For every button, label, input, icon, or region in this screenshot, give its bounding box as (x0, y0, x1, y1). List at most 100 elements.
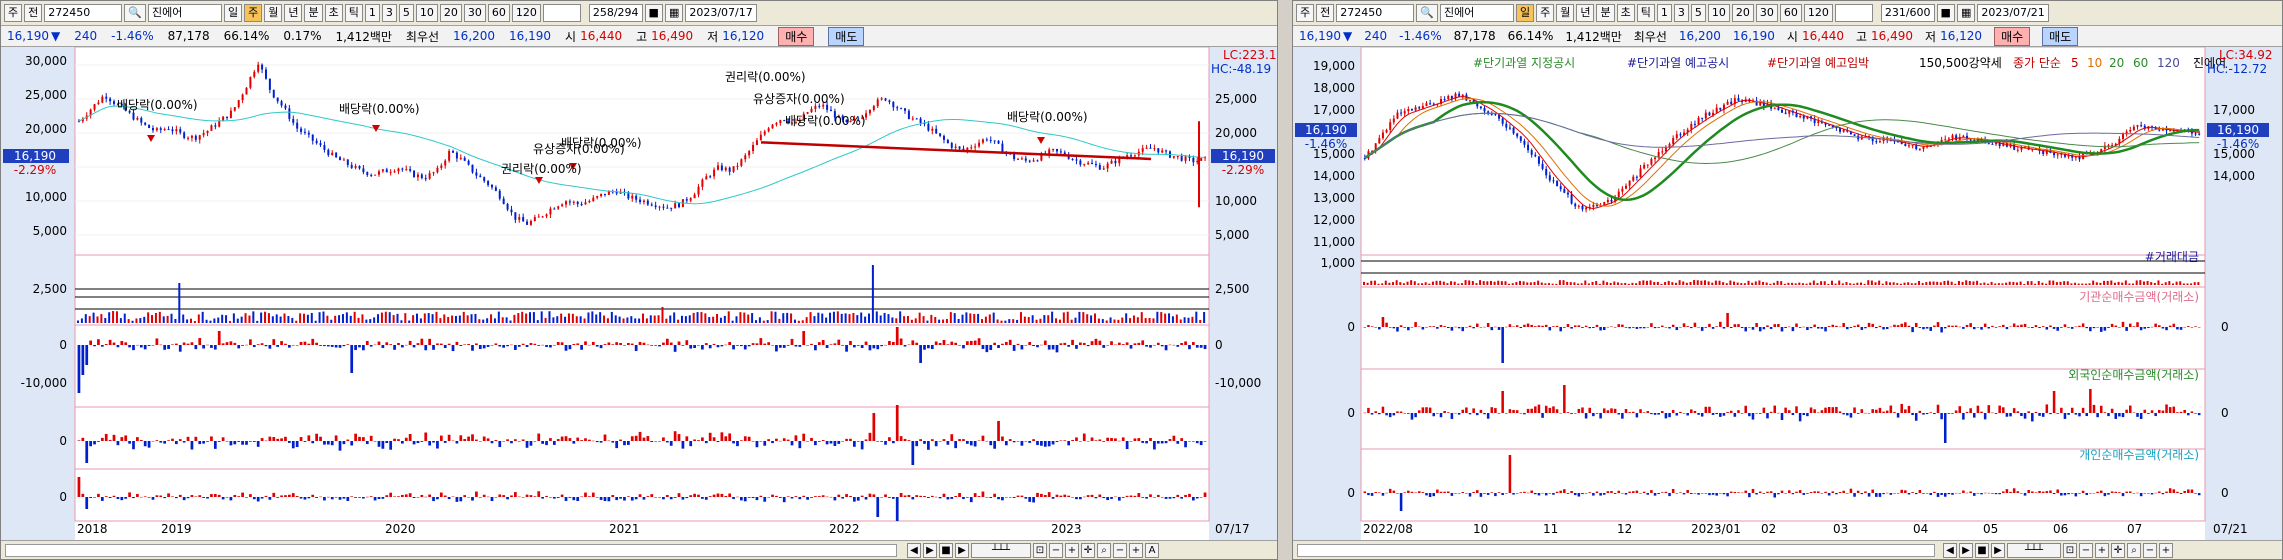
stock-code-input-right[interactable]: 272450 (1336, 4, 1415, 22)
sell-button[interactable]: 매도 (828, 26, 865, 46)
period-day-button-right[interactable]: 일 (1515, 4, 1535, 22)
buy-button[interactable]: 매수 (778, 26, 815, 46)
minus-icon[interactable]: − (1113, 543, 1127, 558)
netbuy-bar (2089, 327, 2092, 332)
netbuy-bar (1436, 413, 1439, 414)
n-120-button[interactable]: 120 (511, 4, 541, 22)
pane-splitter[interactable] (1278, 0, 1292, 560)
right-scrollbar[interactable]: ◀ ▶ ■ ▶ ┴┴┴ ⊡ − + ✛ ⌕ − + (1293, 540, 2282, 559)
right-scroll-track[interactable] (1297, 544, 1935, 557)
count-field[interactable]: 258/294 (588, 4, 643, 22)
netbuy-bar (1733, 413, 1737, 417)
netbuy-bar (2147, 327, 2150, 329)
n-5-button[interactable]: 5 (398, 4, 414, 22)
daily-chart-canvas[interactable]: #단기과열 지정공시 #단기과열 예고공시 #단기과열 예고임박 150,500… (1293, 47, 2282, 541)
n-5-button-right[interactable]: 5 (1690, 4, 1706, 22)
r-crosshair-icon[interactable]: ✛ (2111, 543, 2125, 558)
r-zoom-fit-icon[interactable]: ⊡ (2063, 543, 2077, 558)
period-week-button-right[interactable]: 주 (1536, 4, 1555, 22)
r-minus-icon[interactable]: − (2143, 543, 2157, 558)
netbuy-bar (1740, 413, 1744, 414)
left-scrollbar[interactable]: ◀ ▶ ■ ▶ ┴┴┴ ⊡ − + ✛ ⌕ − + A (1, 540, 1277, 559)
r-zoom-in-icon[interactable]: + (2095, 543, 2109, 558)
buy-button-right[interactable]: 매수 (1994, 26, 2031, 46)
n-1-button[interactable]: 1 (364, 4, 380, 22)
stock-code-input[interactable]: 272450 (44, 4, 123, 22)
search-icon[interactable]: 🔍 (124, 4, 146, 22)
candle-body (1425, 103, 1428, 107)
r-scroll-right-icon[interactable]: ▶ (1959, 543, 1973, 558)
netbuy-bar (1008, 439, 1012, 441)
text-icon[interactable]: A (1145, 543, 1159, 558)
period-minute-button-right[interactable]: 분 (1596, 4, 1615, 22)
n-60-button[interactable]: 60 (487, 4, 510, 22)
calendar-icon[interactable]: ▦ (664, 4, 684, 22)
period-second-button[interactable]: 초 (324, 4, 343, 22)
scroll-left-icon[interactable]: ◀ (907, 543, 921, 558)
stock-name-field-right[interactable]: 진에어 (1439, 4, 1514, 22)
search-chart-icon[interactable]: ⌕ (1097, 543, 1111, 558)
volume-bar (1373, 280, 1376, 285)
count-field-right[interactable]: 231/600 (1880, 4, 1935, 22)
zoom-in-icon[interactable]: + (1065, 543, 1079, 558)
scroll-right-icon[interactable]: ▶ (923, 543, 937, 558)
period-year-button-right[interactable]: 년 (1576, 4, 1595, 22)
date-input[interactable]: 2023/07/17 (685, 4, 757, 22)
volume-bar (844, 313, 847, 323)
save-icon[interactable]: ■ (644, 4, 663, 22)
plus-icon[interactable]: + (1129, 543, 1143, 558)
n-3-button[interactable]: 3 (381, 4, 397, 22)
zoom-out-icon[interactable]: − (1049, 543, 1063, 558)
market-select[interactable]: 주 (4, 4, 23, 22)
period-minute-button[interactable]: 분 (304, 4, 323, 22)
ruler-icon[interactable]: ┴┴┴ (971, 543, 1031, 558)
date-input-right[interactable]: 2023/07/21 (1977, 4, 2049, 22)
r-stop-icon[interactable]: ■ (1975, 543, 1989, 558)
n-10-button[interactable]: 10 (415, 4, 438, 22)
r-scroll-left-icon[interactable]: ◀ (1943, 543, 1957, 558)
volume-bar (1043, 315, 1046, 323)
search-icon-right[interactable]: 🔍 (1416, 4, 1438, 22)
crosshair-icon[interactable]: ✛ (1081, 543, 1095, 558)
n-20-button[interactable]: 20 (439, 4, 462, 22)
period-day-button[interactable]: 일 (223, 4, 243, 22)
prev-button-right[interactable]: 전 (1316, 4, 1335, 22)
stock-name-field[interactable]: 진에어 (147, 4, 222, 22)
period-week-button[interactable]: 주 (244, 4, 263, 22)
play-icon[interactable]: ▶ (955, 543, 969, 558)
left-scroll-track[interactable] (5, 544, 897, 557)
candle-body (1603, 202, 1606, 205)
n-1-button-right[interactable]: 1 (1656, 4, 1672, 22)
stop-icon[interactable]: ■ (939, 543, 953, 558)
save-icon-right[interactable]: ■ (1936, 4, 1955, 22)
r-play-icon[interactable]: ▶ (1991, 543, 2005, 558)
rtick-14000: 14,000 (1313, 169, 1355, 183)
prev-button[interactable]: 전 (24, 4, 43, 22)
sell-button-right[interactable]: 매도 (2042, 26, 2079, 46)
r-ruler-icon[interactable]: ┴┴┴ (2007, 543, 2061, 558)
period-tick-button[interactable]: 틱 (344, 4, 363, 22)
n-30-button-right[interactable]: 30 (1755, 4, 1778, 22)
n-3-button-right[interactable]: 3 (1673, 4, 1689, 22)
r-zoom-out-icon[interactable]: − (2079, 543, 2093, 558)
n-30-button[interactable]: 30 (463, 4, 486, 22)
period-month-button-right[interactable]: 월 (1556, 4, 1575, 22)
n-10-button-right[interactable]: 10 (1707, 4, 1730, 22)
period-second-button-right[interactable]: 초 (1616, 4, 1635, 22)
volume-bar (225, 315, 228, 323)
n-20-button-right[interactable]: 20 (1731, 4, 1754, 22)
market-select-right[interactable]: 주 (1296, 4, 1315, 22)
calendar-icon-right[interactable]: ▦ (1956, 4, 1976, 22)
zoom-fit-icon[interactable]: ⊡ (1033, 543, 1047, 558)
n-custom-input-right[interactable] (1834, 4, 1873, 22)
n-120-button-right[interactable]: 120 (1803, 4, 1833, 22)
weekly-chart-canvas[interactable]: 배당락(0.00%) 배당락(0.00%) 권리락(0.00%) 유상증자(0.… (1, 47, 1277, 541)
period-year-button[interactable]: 년 (284, 4, 303, 22)
r-plus-icon[interactable]: + (2159, 543, 2173, 558)
period-tick-button-right[interactable]: 틱 (1636, 4, 1655, 22)
n-60-button-right[interactable]: 60 (1779, 4, 1802, 22)
period-month-button[interactable]: 월 (264, 4, 283, 22)
netbuy-bar (1457, 493, 1461, 494)
r-search-chart-icon[interactable]: ⌕ (2127, 543, 2141, 558)
n-custom-input[interactable] (542, 4, 581, 22)
